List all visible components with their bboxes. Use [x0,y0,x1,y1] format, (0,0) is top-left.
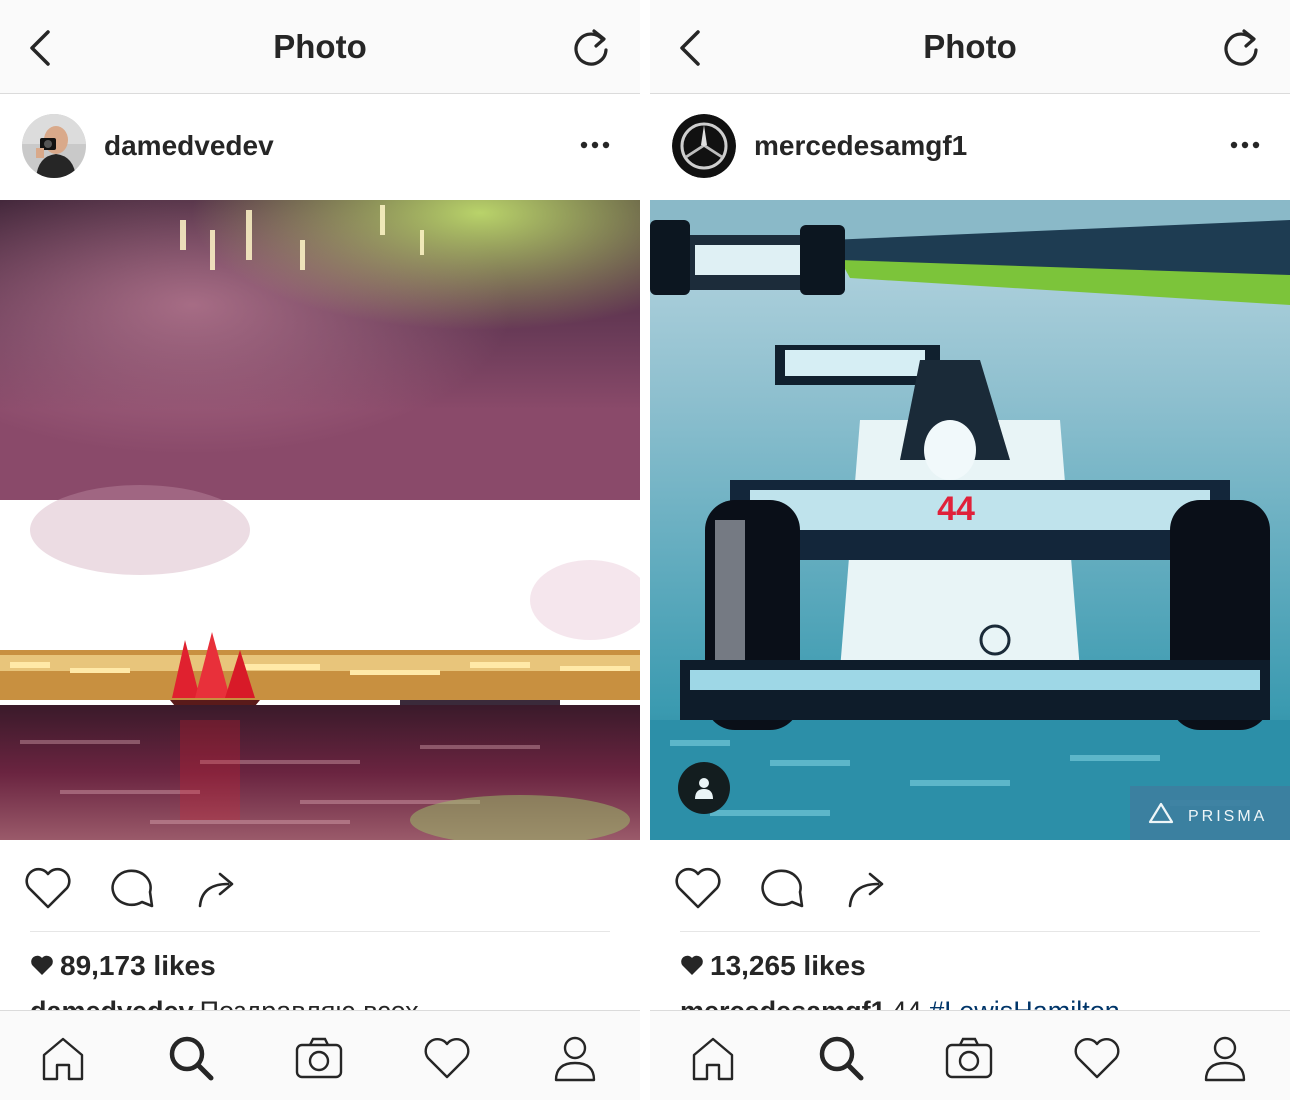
share-arrow-icon[interactable] [840,864,892,912]
post-username[interactable]: mercedesamgf1 [754,130,967,162]
heart-icon[interactable] [422,1033,472,1083]
prisma-logo-icon [1148,802,1174,824]
prisma-watermark: PRISMA [1130,786,1290,840]
search-icon[interactable] [166,1033,216,1083]
camera-icon[interactable] [294,1033,344,1083]
ellipsis-icon[interactable] [580,138,610,152]
tab-bar [0,1010,640,1100]
home-icon[interactable] [38,1033,88,1083]
post-header: damedvedev [0,94,640,200]
post-actions [0,840,640,932]
avatar[interactable] [22,114,86,178]
likes-count[interactable]: 89,173 likes [30,950,216,984]
divider [680,931,1260,932]
person-icon [695,778,713,799]
avatar[interactable] [672,114,736,178]
tab-bar [650,1010,1290,1100]
post-photo[interactable] [0,200,640,840]
share-arrow-icon[interactable] [190,864,242,912]
heart-outline-icon[interactable] [22,864,74,912]
svg-text:44: 44 [937,490,975,528]
ellipsis-icon[interactable] [1230,138,1260,152]
page-title: Photo [273,28,367,65]
nav-header: Photo [0,0,640,94]
comment-bubble-icon[interactable] [106,864,158,912]
likes-text: 89,173 likes [60,950,216,981]
divider [30,931,610,932]
people-tag-button[interactable] [678,762,730,814]
likes-text: 13,265 likes [710,950,866,981]
heart-icon[interactable] [1072,1033,1122,1083]
refresh-icon[interactable] [1220,26,1262,70]
comment-bubble-icon[interactable] [756,864,808,912]
likes-count[interactable]: 13,265 likes [680,950,866,984]
post-header: mercedesamgf1 [650,94,1290,200]
nav-header: Photo [650,0,1290,94]
refresh-icon[interactable] [570,26,612,70]
camera-icon[interactable] [944,1033,994,1083]
screen-left: Photo damedvedev 89,173 likes [0,0,640,1100]
heart-filled-icon [681,955,703,975]
screen-right: Photo mercedesamgf1 44 PRISMA 13,265 lik… [650,0,1290,1100]
post-photo[interactable]: 44 PRISMA [650,200,1290,840]
heart-outline-icon[interactable] [672,864,724,912]
screen-separator [640,0,650,1100]
search-icon[interactable] [816,1033,866,1083]
profile-icon[interactable] [1200,1033,1250,1083]
post-actions [650,840,1290,932]
home-icon[interactable] [688,1033,738,1083]
page-title: Photo [923,28,1017,65]
prisma-label: PRISMA [1188,808,1268,825]
post-username[interactable]: damedvedev [104,130,274,162]
profile-icon[interactable] [550,1033,600,1083]
heart-filled-icon [31,955,53,975]
